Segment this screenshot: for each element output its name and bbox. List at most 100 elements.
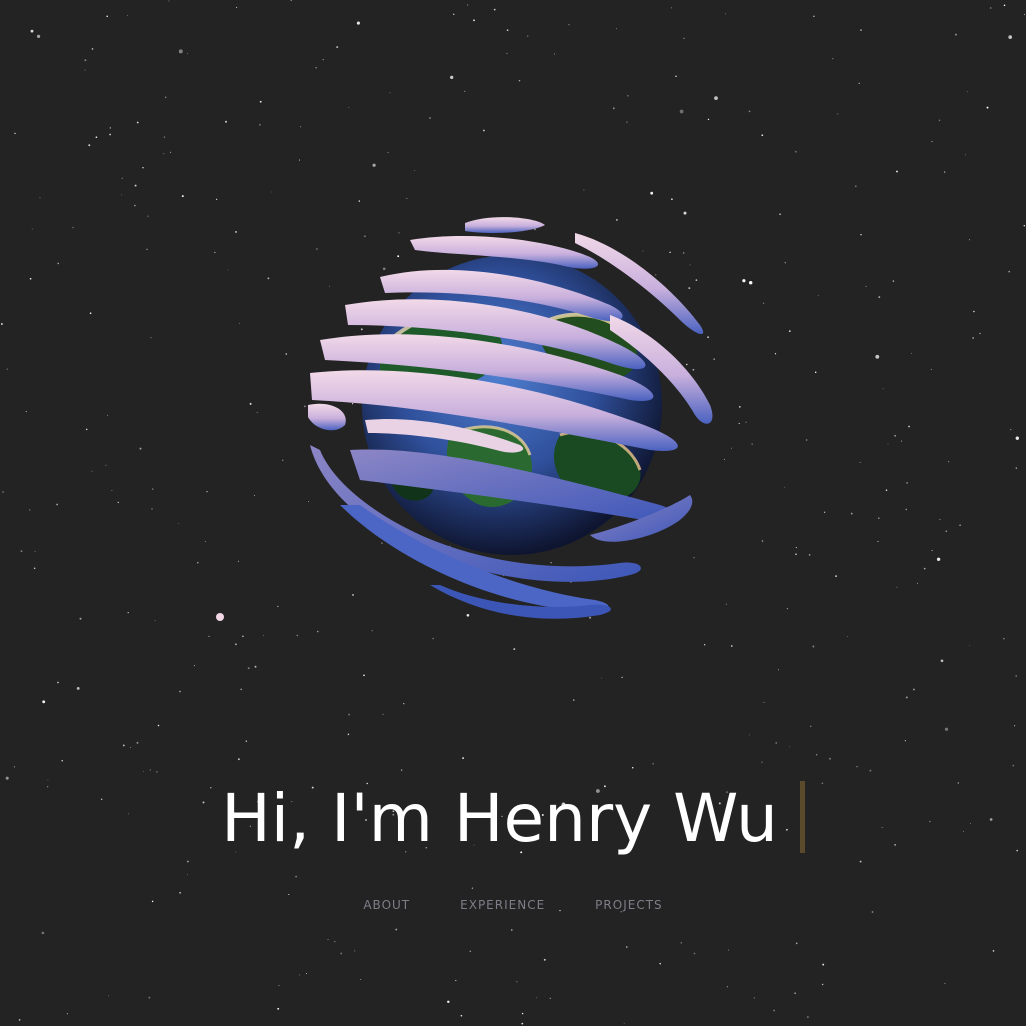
star [237,758,240,761]
star [111,490,113,491]
star [163,153,165,155]
star [859,860,862,863]
star [905,696,908,699]
star [761,761,763,763]
star [536,997,538,999]
star [483,129,485,132]
star [227,269,229,271]
star [387,152,389,154]
star [847,636,849,637]
star [807,1016,809,1018]
star [150,337,152,339]
star [168,0,170,2]
star [652,762,655,765]
star [471,887,474,889]
star [429,117,431,119]
star [725,13,727,15]
star [285,353,288,355]
star [860,234,862,236]
star [631,766,634,769]
star [969,645,971,646]
star [84,69,86,71]
star [89,312,92,315]
star [239,323,241,324]
star [763,701,765,703]
star [543,958,546,961]
star [262,635,264,637]
star [910,352,912,354]
star [130,746,132,748]
star [154,620,156,621]
star [121,177,123,179]
star [469,950,472,953]
star [242,635,244,638]
star [930,368,932,370]
star [106,15,109,18]
star [91,48,94,50]
star [127,611,129,614]
star [938,119,941,122]
star [277,1007,280,1010]
star [865,285,867,288]
star [178,49,183,54]
star [72,226,74,229]
hero-heading: Hi, I'm Henry Wu [0,778,1026,860]
star [875,354,880,359]
star [1003,638,1005,640]
star [859,461,861,463]
star [139,447,142,450]
star [467,4,469,6]
star [896,586,898,588]
star [447,1000,450,1004]
star [939,518,941,520]
star [795,547,797,549]
star [134,204,136,207]
star [42,700,46,704]
star [583,189,585,191]
star [832,58,834,60]
star [936,557,941,562]
star [41,931,45,935]
star [327,939,329,941]
star [626,121,628,123]
star [238,560,240,562]
star [784,262,786,264]
star [931,141,933,143]
nav-link-experience[interactable]: EXPERIENCE [460,898,545,912]
star [856,765,858,768]
star [748,734,750,736]
star [601,677,603,679]
star [39,197,41,199]
star [300,126,302,128]
star [753,997,755,999]
star [278,984,280,987]
star [464,90,466,92]
star [84,59,87,62]
star [784,486,786,488]
star [969,239,970,241]
nav-link-about[interactable]: ABOUT [363,898,410,912]
wrapped-planet-graphic[interactable] [290,205,740,645]
star [148,996,151,999]
star [794,150,797,153]
star [354,950,356,952]
star [671,198,673,201]
star [290,0,293,1]
star [473,19,475,22]
star [33,567,36,570]
hero-title-text: Hi, I'm Henry Wu [221,780,778,857]
star [214,251,216,254]
star [109,127,112,129]
star [908,425,910,428]
star [506,29,509,32]
star [882,388,884,390]
star [254,665,257,668]
star [142,770,144,772]
star [157,724,160,727]
star [670,7,672,9]
star [1008,35,1013,39]
star [762,302,765,305]
star [259,124,261,126]
star [774,353,777,355]
nav-link-projects[interactable]: PROJECTS [595,898,662,912]
